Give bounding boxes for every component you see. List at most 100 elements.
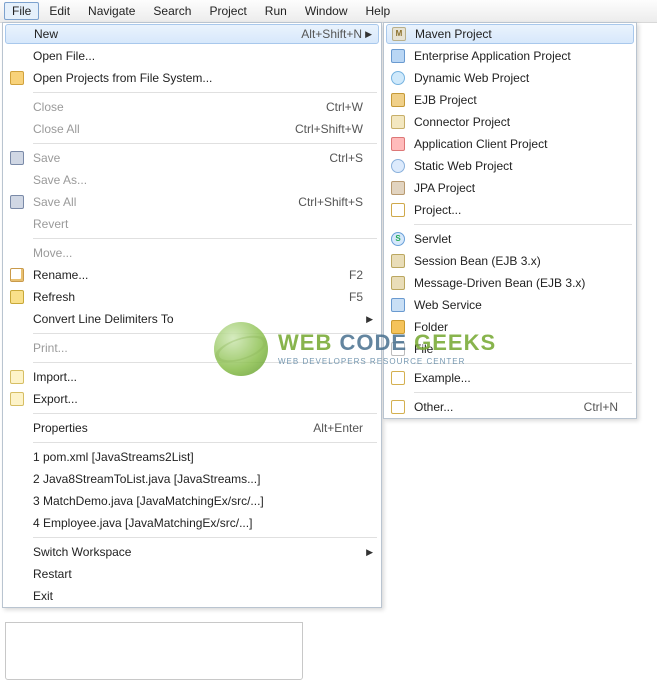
conn-icon — [388, 114, 408, 130]
new-menu-item-application-client-project[interactable]: Application Client Project — [384, 133, 636, 155]
file-menu-item-switch-workspace[interactable]: Switch Workspace▶ — [3, 541, 381, 563]
new-menu-item-static-web-project[interactable]: Static Web Project — [384, 155, 636, 177]
menu-item-accelerator: Ctrl+S — [329, 151, 363, 165]
file-menu-item-2-java8streamtolist-java-javastreams[interactable]: 2 Java8StreamToList.java [JavaStreams...… — [3, 468, 381, 490]
blank-icon — [7, 99, 27, 115]
file-menu-item-print[interactable]: Print... — [3, 337, 381, 359]
menubar-item-file[interactable]: File — [4, 2, 39, 20]
blank-icon — [7, 515, 27, 531]
menu-item-label: Web Service — [414, 298, 618, 312]
menu-separator — [414, 363, 632, 364]
menu-separator — [33, 362, 377, 363]
file-icon — [388, 341, 408, 357]
file-menu-item-exit[interactable]: Exit — [3, 585, 381, 607]
blank-icon — [7, 544, 27, 560]
ear-icon — [388, 48, 408, 64]
file-menu-item-export[interactable]: Export... — [3, 388, 381, 410]
new-menu-item-enterprise-application-project[interactable]: Enterprise Application Project — [384, 45, 636, 67]
blank-icon — [7, 172, 27, 188]
file-menu-item-refresh[interactable]: RefreshF5 — [3, 286, 381, 308]
new-menu-item-folder[interactable]: Folder — [384, 316, 636, 338]
menu-item-label: Connector Project — [414, 115, 618, 129]
menu-item-label: 3 MatchDemo.java [JavaMatchingEx/src/...… — [33, 494, 363, 508]
menu-item-label: Rename... — [33, 268, 329, 282]
blank-icon — [7, 121, 27, 137]
new-menu-item-file[interactable]: File — [384, 338, 636, 360]
submenu-arrow-icon: ▶ — [362, 29, 372, 40]
new-menu-item-other[interactable]: Other...Ctrl+N — [384, 396, 636, 418]
new-menu-item-session-bean-ejb-3-x[interactable]: Session Bean (EJB 3.x) — [384, 250, 636, 272]
new-menu-item-servlet[interactable]: SServlet — [384, 228, 636, 250]
file-menu-item-4-employee-java-javamatchingex-src[interactable]: 4 Employee.java [JavaMatchingEx/src/...] — [3, 512, 381, 534]
new-menu-item-jpa-project[interactable]: JPA Project — [384, 177, 636, 199]
other-icon — [388, 399, 408, 415]
menu-item-label: Example... — [414, 371, 618, 385]
editor-panel — [5, 622, 303, 680]
menubar-item-search[interactable]: Search — [145, 2, 199, 20]
new-menu-item-connector-project[interactable]: Connector Project — [384, 111, 636, 133]
file-menu-item-save-as[interactable]: Save As... — [3, 169, 381, 191]
new-menu-item-project[interactable]: Project... — [384, 199, 636, 221]
menu-item-accelerator: Alt+Enter — [313, 421, 363, 435]
ejb-icon — [388, 92, 408, 108]
new-menu-item-web-service[interactable]: Web Service — [384, 294, 636, 316]
file-menu-item-open-projects-from-file-system[interactable]: Open Projects from File System... — [3, 67, 381, 89]
file-menu-item-3-matchdemo-java-javamatchingex-src[interactable]: 3 MatchDemo.java [JavaMatchingEx/src/...… — [3, 490, 381, 512]
refresh-icon — [7, 289, 27, 305]
menu-separator — [33, 238, 377, 239]
menubar-item-project[interactable]: Project — [201, 2, 254, 20]
blank-icon — [7, 311, 27, 327]
blank-icon — [7, 216, 27, 232]
menu-item-label: Import... — [33, 370, 363, 384]
new-menu-item-example[interactable]: Example... — [384, 367, 636, 389]
blank-icon — [7, 449, 27, 465]
menu-item-label: Close — [33, 100, 306, 114]
menu-item-label: Session Bean (EJB 3.x) — [414, 254, 618, 268]
file-menu-item-close[interactable]: CloseCtrl+W — [3, 96, 381, 118]
menu-item-label: Other... — [414, 400, 564, 414]
menu-item-label: File — [414, 342, 618, 356]
folderopen-icon — [7, 70, 27, 86]
file-menu-item-save-all[interactable]: Save AllCtrl+Shift+S — [3, 191, 381, 213]
example-icon — [388, 370, 408, 386]
menu-separator — [414, 392, 632, 393]
menu-item-label: Application Client Project — [414, 137, 618, 151]
blank-icon — [7, 340, 27, 356]
blank-icon — [7, 420, 27, 436]
file-menu-item-save[interactable]: SaveCtrl+S — [3, 147, 381, 169]
menubar-item-help[interactable]: Help — [358, 2, 399, 20]
menubar-item-navigate[interactable]: Navigate — [80, 2, 143, 20]
menu-item-label: 1 pom.xml [JavaStreams2List] — [33, 450, 363, 464]
rename-icon — [7, 267, 27, 283]
new-menu-item-ejb-project[interactable]: EJB Project — [384, 89, 636, 111]
file-menu-item-properties[interactable]: PropertiesAlt+Enter — [3, 417, 381, 439]
menu-item-accelerator: Alt+Shift+N — [301, 27, 362, 41]
file-menu-item-open-file[interactable]: Open File... — [3, 45, 381, 67]
file-menu-item-convert-line-delimiters-to[interactable]: Convert Line Delimiters To▶ — [3, 308, 381, 330]
new-menu-item-message-driven-bean-ejb-3-x[interactable]: Message-Driven Bean (EJB 3.x) — [384, 272, 636, 294]
file-menu-dropdown: NewAlt+Shift+N▶Open File...Open Projects… — [2, 22, 382, 608]
new-menu-item-maven-project[interactable]: MMaven Project — [386, 24, 634, 44]
menu-separator — [33, 442, 377, 443]
menubar-item-edit[interactable]: Edit — [41, 2, 78, 20]
file-menu-item-move[interactable]: Move... — [3, 242, 381, 264]
file-menu-item-close-all[interactable]: Close AllCtrl+Shift+W — [3, 118, 381, 140]
menubar-item-window[interactable]: Window — [297, 2, 356, 20]
file-menu-item-revert[interactable]: Revert — [3, 213, 381, 235]
menu-item-label: Move... — [33, 246, 363, 260]
menubar: FileEditNavigateSearchProjectRunWindowHe… — [0, 0, 657, 23]
new-menu-item-dynamic-web-project[interactable]: Dynamic Web Project — [384, 67, 636, 89]
menu-item-label: 4 Employee.java [JavaMatchingEx/src/...] — [33, 516, 363, 530]
menu-item-label: Close All — [33, 122, 275, 136]
menubar-item-run[interactable]: Run — [257, 2, 295, 20]
file-menu-item-rename[interactable]: Rename...F2 — [3, 264, 381, 286]
menu-item-accelerator: F5 — [349, 290, 363, 304]
submenu-arrow-icon: ▶ — [363, 547, 373, 558]
blank-icon — [7, 48, 27, 64]
servlet-icon: S — [388, 231, 408, 247]
file-menu-item-1-pom-xml-javastreams2list[interactable]: 1 pom.xml [JavaStreams2List] — [3, 446, 381, 468]
file-menu-item-restart[interactable]: Restart — [3, 563, 381, 585]
file-menu-item-import[interactable]: Import... — [3, 366, 381, 388]
file-menu-item-new[interactable]: NewAlt+Shift+N▶ — [5, 24, 379, 44]
menu-separator — [414, 224, 632, 225]
